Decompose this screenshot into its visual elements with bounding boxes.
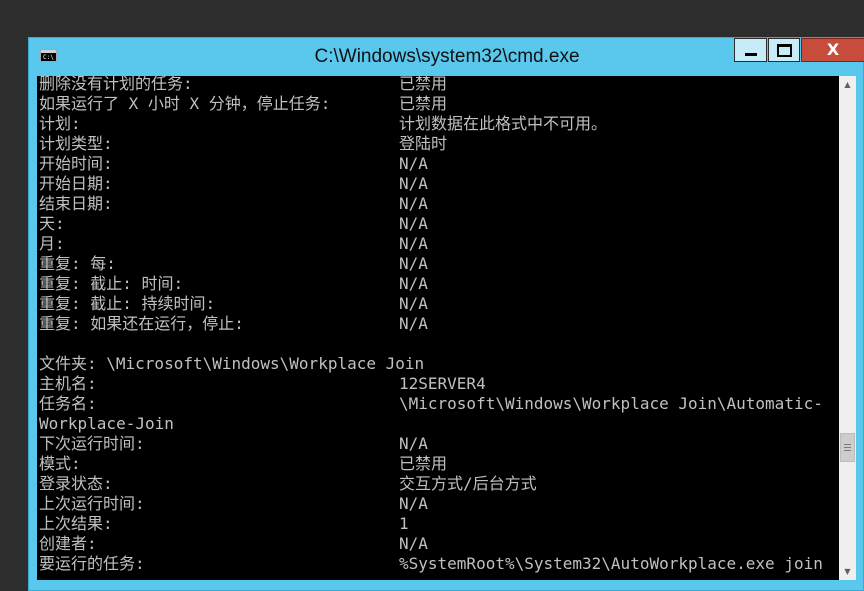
console-line-label: 任务名:	[39, 394, 97, 413]
console-line-label: 上次运行时间:	[39, 494, 145, 513]
console-line-label: 重复: 每:	[39, 254, 116, 273]
scrollbar-thumb[interactable]	[840, 433, 855, 462]
console-line-value: N/A	[399, 154, 428, 173]
console-line-label: Workplace-Join	[39, 414, 174, 433]
console-line-value: 1	[399, 514, 409, 533]
title-bar[interactable]: C:\ C:\Windows\system32\cmd.exe X	[29, 38, 864, 76]
console-line-value: 已禁用	[399, 454, 448, 473]
close-icon: X	[826, 40, 840, 59]
console-line-label: 上次结果:	[39, 514, 113, 533]
console-line-value: N/A	[399, 534, 428, 553]
console-line-value: \Microsoft\Windows\Workplace Join\Automa…	[399, 394, 823, 413]
scroll-down-arrow-icon[interactable]: ▼	[839, 563, 856, 580]
minimize-button[interactable]	[734, 38, 767, 62]
vertical-scrollbar[interactable]: ▲ ▼	[839, 76, 856, 580]
console-line-label: 删除没有计划的任务:	[39, 76, 193, 93]
scroll-up-arrow-icon[interactable]: ▲	[839, 76, 856, 93]
console-line-value: N/A	[399, 434, 428, 453]
maximize-icon	[776, 43, 792, 57]
console-line-value: %SystemRoot%\System32\AutoWorkplace.exe …	[399, 554, 823, 573]
console-line-label: 要运行的任务:	[39, 554, 145, 573]
console-line-value: N/A	[399, 274, 428, 293]
console-line-value: N/A	[399, 254, 428, 273]
console-line-label: 开始时间:	[39, 154, 113, 173]
console-line-label: 文件夹: \Microsoft\Windows\Workplace Join	[39, 354, 425, 373]
thumb-grip-line	[844, 444, 851, 445]
console-line-label: 计划:	[39, 114, 81, 133]
console-line-label: 重复: 截止: 持续时间:	[39, 294, 216, 313]
console-line-value: N/A	[399, 294, 428, 313]
console-line-value: 12SERVER4	[399, 374, 486, 393]
console-line-label: 重复: 截止: 时间:	[39, 274, 184, 293]
console-line-label: 登录状态:	[39, 474, 113, 493]
console-line-label: 重复: 如果还在运行，停止:	[39, 314, 244, 333]
console-line-label: 创建者:	[39, 534, 97, 553]
console-line-label: 下次运行时间:	[39, 434, 145, 453]
cmd-window: C:\ C:\Windows\system32\cmd.exe X 删除没有计划…	[28, 37, 864, 591]
console-line-label: 模式:	[39, 454, 81, 473]
console-output[interactable]: 删除没有计划的任务: 已禁用 如果运行了 X 小时 X 分钟，停止任务: 已禁用 计划:…	[37, 76, 839, 580]
console-line-value: 计划数据在此格式中不可用。	[399, 114, 608, 133]
console-line-label: 天:	[39, 214, 65, 233]
console-line-value: N/A	[399, 214, 428, 233]
close-button[interactable]: X	[801, 38, 864, 62]
thumb-grip-line	[844, 450, 851, 451]
console-line-value: 登陆时	[399, 134, 448, 153]
console-line-label: 如果运行了 X 小时 X 分钟，停止任务:	[39, 94, 331, 113]
console-line-value: N/A	[399, 314, 428, 333]
console-line-value: N/A	[399, 194, 428, 213]
console-line-label: 开始日期:	[39, 174, 113, 193]
console-line-label: 主机名:	[39, 374, 97, 393]
console-line-value: 交互方式/后台方式	[399, 474, 537, 493]
console-line-value: N/A	[399, 494, 428, 513]
console-line-label: 月:	[39, 234, 65, 253]
console-line-label: 计划类型:	[39, 134, 113, 153]
console-line-value: N/A	[399, 174, 428, 193]
console-line-label: 结束日期:	[39, 194, 113, 213]
console-line-value: 已禁用	[399, 94, 448, 113]
console-line-value: 已禁用	[399, 76, 448, 93]
console-line-value: N/A	[399, 234, 428, 253]
maximize-button[interactable]	[768, 38, 800, 62]
minimize-icon	[744, 52, 757, 56]
thumb-grip-line	[844, 447, 851, 448]
